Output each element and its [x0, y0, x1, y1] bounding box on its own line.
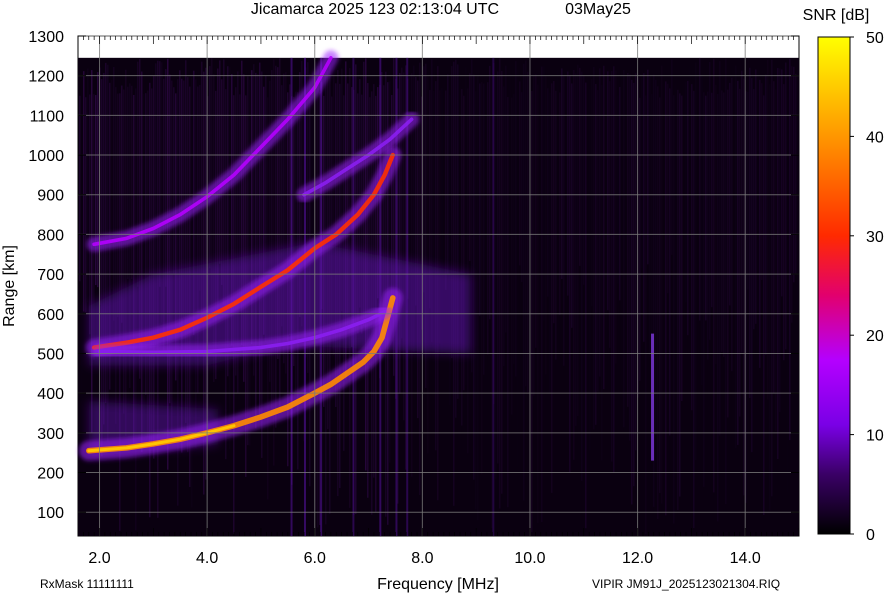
y-tick-label: 900 — [37, 188, 64, 205]
colorbar-tick: 50 — [866, 30, 884, 47]
x-tick-label: 14.0 — [730, 550, 761, 567]
ionogram-figure: Jicamarca 2025 123 02:13:04 UTC 03May25 … — [1, 1, 884, 593]
y-tick-label: 600 — [37, 307, 64, 324]
rxmask-label: RxMask 11111111 — [40, 577, 134, 591]
y-tick-label: 1000 — [28, 148, 64, 165]
y-tick-label: 300 — [37, 426, 64, 443]
x-tick-label: 10.0 — [514, 550, 545, 567]
y-tick-label: 700 — [37, 267, 64, 284]
y-tick-label: 400 — [37, 386, 64, 403]
x-tick-label: 12.0 — [622, 550, 653, 567]
y-tick-label: 100 — [37, 505, 64, 522]
y-tick-label: 1100 — [30, 108, 65, 125]
colorbar-label: SNR [dB] — [803, 7, 870, 24]
y-tick-label: 1200 — [28, 69, 64, 86]
y-tick-label: 800 — [37, 227, 64, 244]
x-axis-tick-labels: 2.0 4.0 6.0 8.0 10.0 12.0 14.0 — [88, 550, 760, 567]
colorbar-tick: 30 — [866, 229, 884, 246]
file-label: VIPIR JM91J_2025123021304.RIQ — [592, 577, 780, 591]
chart-date: 03May25 — [565, 1, 631, 18]
plot-area — [78, 50, 799, 536]
y-tick-label: 500 — [37, 346, 64, 363]
y-tick-label: 200 — [37, 466, 64, 483]
colorbar-tick: 20 — [866, 328, 884, 345]
x-tick-label: 8.0 — [411, 550, 433, 567]
y-axis-tick-labels: 100 200 300 400 500 600 700 800 900 1000 1100 1200 1… — [28, 29, 64, 522]
x-tick-label: 4.0 — [196, 550, 218, 567]
colorbar-tick: 0 — [866, 527, 875, 544]
colorbar-tick: 10 — [866, 428, 884, 445]
colorbar — [817, 36, 851, 535]
x-axis-label: Frequency [MHz] — [377, 576, 499, 593]
x-tick-label: 6.0 — [304, 550, 326, 567]
colorbar-tick-labels: 0 10 20 30 40 50 — [850, 30, 884, 544]
y-tick-label: 1300 — [28, 29, 64, 46]
colorbar-tick: 40 — [866, 129, 884, 146]
y-axis-label: Range [km] — [1, 245, 18, 327]
chart-title: Jicamarca 2025 123 02:13:04 UTC — [251, 1, 499, 18]
x-tick-label: 2.0 — [88, 550, 110, 567]
